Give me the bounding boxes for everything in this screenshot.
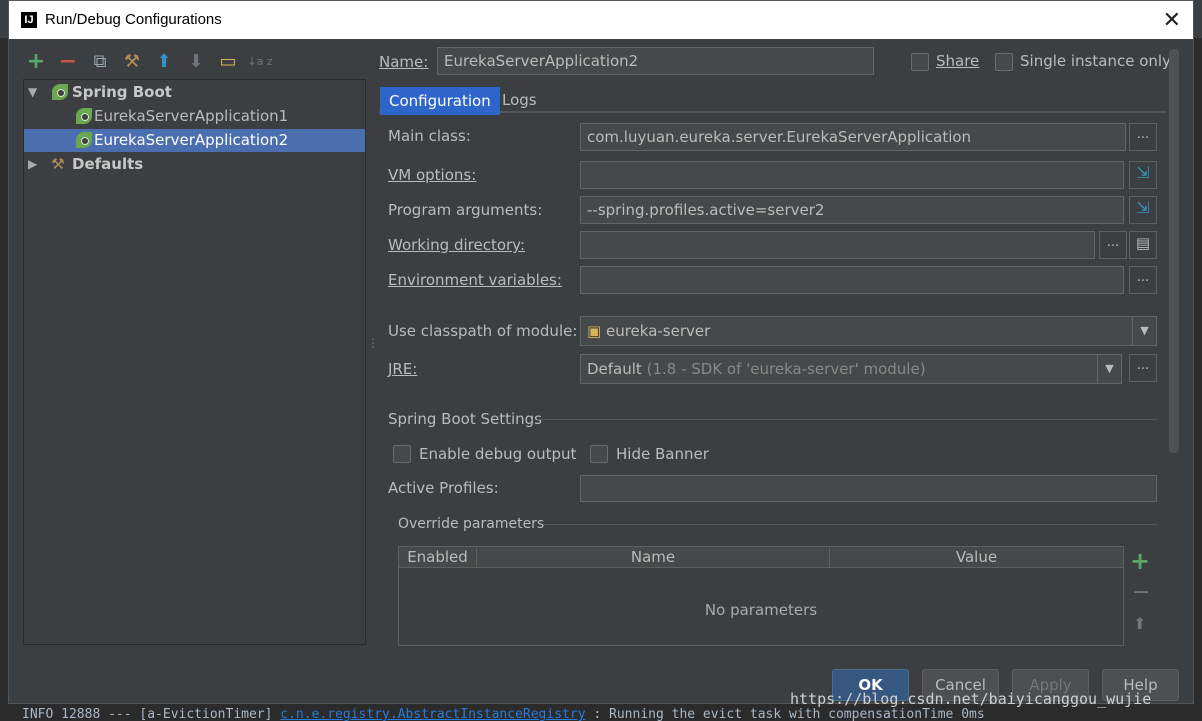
main-class-label: Main class: <box>388 127 471 145</box>
remove-param-icon[interactable]: − <box>1132 580 1150 605</box>
copy-config-icon[interactable]: ⧉ <box>87 49 113 75</box>
tree-label-spring-boot: Spring Boot <box>72 83 172 101</box>
column-header-value[interactable]: Value <box>830 547 1123 567</box>
jre-select[interactable]: Default (1.8 - SDK of 'eureka-server' mo… <box>580 354 1122 384</box>
override-table-header: Enabled Name Value <box>398 546 1124 568</box>
column-header-enabled[interactable]: Enabled <box>399 547 477 567</box>
name-label: Name: <box>379 53 429 71</box>
classpath-module-select[interactable]: ▣ eureka-server ▼ <box>580 316 1157 346</box>
env-vars-browse-button[interactable]: ... <box>1129 266 1157 294</box>
vm-options-input[interactable] <box>580 161 1124 189</box>
program-args-label: Program arguments: <box>388 201 543 219</box>
jre-hint: (1.8 - SDK of 'eureka-server' module) <box>646 360 926 378</box>
close-icon[interactable]: ✕ <box>1163 7 1181 33</box>
module-folder-icon: ▣ <box>587 322 602 340</box>
empty-table-text: No parameters <box>704 601 818 619</box>
config-tabs: Configuration Logs <box>379 87 1166 115</box>
working-dir-label: Working directory: <box>388 236 526 254</box>
override-divider <box>544 524 1157 525</box>
config-toolbar: + − ⧉ ⚒ ⬆ ⬇ ▭ ↓a z <box>23 49 273 75</box>
spring-boot-settings-title: Spring Boot Settings <box>388 410 542 428</box>
share-checkbox[interactable] <box>911 53 929 71</box>
tree-label-defaults: Defaults <box>72 155 144 173</box>
log-prefix: INFO 12888 --- [a-EvictionTimer] <box>22 707 281 721</box>
section-divider <box>537 419 1157 420</box>
env-vars-label: Environment variables: <box>388 271 562 289</box>
chevron-down-icon[interactable]: ▼ <box>1097 355 1121 383</box>
add-config-icon[interactable]: + <box>23 49 49 75</box>
single-instance-label: Single instance only <box>1020 52 1171 70</box>
main-class-input[interactable]: com.luyuan.eureka.server.EurekaServerApp… <box>580 123 1126 151</box>
column-header-name[interactable]: Name <box>477 547 830 567</box>
log-package-link[interactable]: c.n.e.registry.AbstractInstanceRegistry <box>280 707 585 721</box>
spring-boot-icon <box>52 84 68 100</box>
tree-item-label: EurekaServerApplication2 <box>94 131 289 149</box>
env-vars-input[interactable] <box>580 266 1124 294</box>
jre-value: Default <box>587 360 642 378</box>
main-class-browse-button[interactable]: ... <box>1129 123 1157 151</box>
tree-item-eureka1[interactable]: EurekaServerApplication1 <box>24 105 365 128</box>
working-dir-input[interactable] <box>580 231 1095 259</box>
spring-boot-app-icon <box>76 108 92 124</box>
enable-debug-checkbox[interactable] <box>393 445 411 463</box>
jre-browse-button[interactable]: ... <box>1129 354 1157 382</box>
intellij-icon: IJ <box>21 12 37 28</box>
override-table-body: No parameters <box>398 568 1124 646</box>
enable-debug-label: Enable debug output <box>419 445 577 463</box>
tree-node-spring-boot[interactable]: ▼ Spring Boot <box>24 81 365 104</box>
program-args-input[interactable]: --spring.profiles.active=server2 <box>580 196 1124 224</box>
tree-item-label: EurekaServerApplication1 <box>94 107 289 125</box>
move-param-up-icon[interactable]: ⬆ <box>1133 614 1146 633</box>
active-profiles-input[interactable] <box>580 475 1157 502</box>
classpath-module-label: Use classpath of module: <box>388 322 578 340</box>
form-scrollbar[interactable] <box>1169 49 1179 453</box>
move-up-icon[interactable]: ⬆ <box>151 49 177 75</box>
jre-label: JRE: <box>388 360 418 378</box>
folder-icon[interactable]: ▭ <box>215 49 241 75</box>
active-profiles-label: Active Profiles: <box>388 479 499 497</box>
override-params-title: Override parameters <box>398 516 545 532</box>
expand-arrow-icon[interactable]: ▶ <box>28 153 37 176</box>
watermark: https://blog.csdn.net/baiyicanggou_wujie <box>790 690 1152 708</box>
tab-logs[interactable]: Logs <box>494 87 545 115</box>
run-debug-dialog: IJ Run/Debug Configurations ✕ + − ⧉ ⚒ ⬆ … <box>8 0 1194 704</box>
edit-defaults-icon[interactable]: ⚒ <box>119 49 145 75</box>
splitter-handle[interactable]: ⋮ <box>367 336 379 350</box>
config-tree: ▼ Spring Boot EurekaServerApplication1 E… <box>23 79 366 645</box>
program-args-expand-icon[interactable]: ⇲ <box>1129 196 1157 224</box>
spring-boot-app-icon <box>76 132 92 148</box>
working-dir-browse-button[interactable]: ... <box>1099 231 1127 259</box>
working-dir-macro-icon[interactable]: ▤ <box>1129 231 1157 259</box>
move-down-icon[interactable]: ⬇ <box>183 49 209 75</box>
log-suffix: : Running the evict task with compensati… <box>585 707 985 721</box>
sort-icon[interactable]: ↓a z <box>247 49 273 75</box>
share-label: Share <box>936 52 980 70</box>
wrench-icon: ⚒ <box>51 155 65 173</box>
classpath-module-value: eureka-server <box>605 322 711 340</box>
tab-configuration[interactable]: Configuration <box>380 87 500 115</box>
single-instance-checkbox[interactable] <box>995 53 1013 71</box>
tree-item-eureka2[interactable]: EurekaServerApplication2 <box>24 129 365 152</box>
hide-banner-label: Hide Banner <box>616 445 709 463</box>
collapse-arrow-icon[interactable]: ▼ <box>28 81 37 104</box>
hide-banner-checkbox[interactable] <box>590 445 608 463</box>
vm-options-label: VM options: <box>388 166 477 184</box>
name-input[interactable]: EurekaServerApplication2 <box>437 47 874 75</box>
vm-options-expand-icon[interactable]: ⇲ <box>1129 161 1157 189</box>
add-param-icon[interactable]: + <box>1130 547 1150 575</box>
chevron-down-icon[interactable]: ▼ <box>1132 317 1156 345</box>
tree-node-defaults[interactable]: ▶ ⚒ Defaults <box>24 153 365 176</box>
remove-config-icon[interactable]: − <box>55 49 81 75</box>
window-title: Run/Debug Configurations <box>45 11 222 28</box>
title-bar: IJ Run/Debug Configurations ✕ <box>9 1 1193 39</box>
